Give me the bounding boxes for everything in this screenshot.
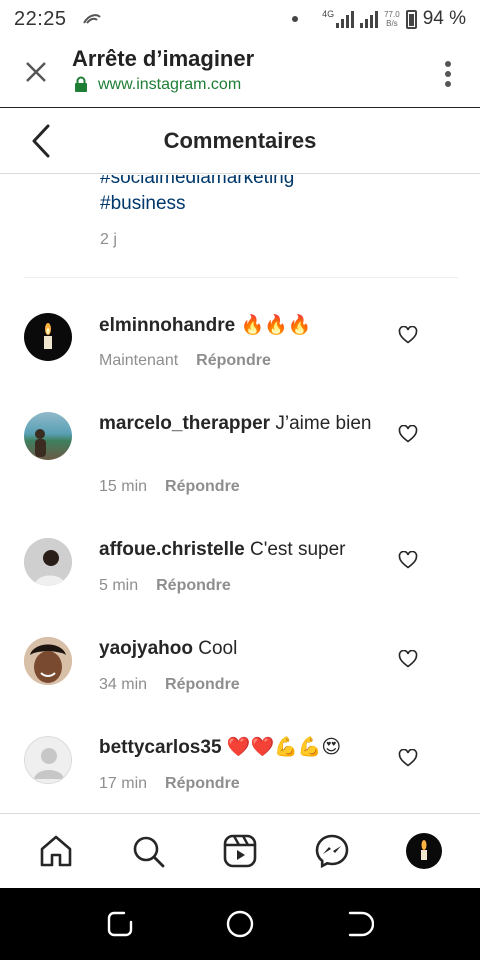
candle-icon: [421, 840, 427, 860]
avatar[interactable]: [24, 313, 72, 361]
comment-text: bettycarlos35 ❤️❤️💪💪😍: [99, 734, 389, 761]
comment-username[interactable]: elminnohandre: [99, 315, 235, 336]
comment-meta: 5 min Répondre: [99, 577, 231, 595]
hashtag-link[interactable]: #socialmediamarketing: [100, 175, 294, 189]
battery-level: 94 %: [422, 8, 466, 29]
comment-meta: 17 min Répondre: [99, 775, 240, 793]
reels-icon[interactable]: [222, 833, 258, 869]
comment-text: marcelo_therapper J’aime bien: [99, 410, 389, 437]
url-text[interactable]: www.instagram.com: [98, 76, 241, 94]
reply-button[interactable]: Répondre: [165, 478, 240, 496]
avatar[interactable]: [24, 412, 72, 460]
comment-meta: Maintenant Répondre: [99, 352, 271, 370]
home-icon[interactable]: [38, 833, 74, 869]
home-button-icon[interactable]: [226, 910, 254, 938]
recent-apps-icon[interactable]: [106, 910, 134, 938]
back-button-icon[interactable]: [346, 910, 374, 938]
reply-button[interactable]: Répondre: [165, 775, 240, 793]
page-title: Arrête d’imaginer: [72, 46, 255, 71]
default-avatar-icon: [34, 748, 64, 779]
comment-time: 15 min: [99, 478, 148, 495]
bottom-navigation: [0, 813, 480, 888]
comment-body: 🔥🔥🔥: [240, 315, 312, 336]
signal-4g-indicator: 4G: [322, 10, 355, 28]
comment-text: elminnohandre 🔥🔥🔥: [99, 312, 389, 339]
search-icon[interactable]: [130, 833, 166, 869]
messenger-icon[interactable]: [314, 833, 350, 869]
system-navigation-bar: [0, 888, 480, 960]
post-caption: #socialmediamarketing #business 2 j: [0, 175, 480, 278]
heart-icon[interactable]: [398, 551, 418, 569]
reply-button[interactable]: Répondre: [156, 577, 231, 595]
comment-time: 17 min: [99, 775, 148, 792]
candle-icon: [44, 323, 52, 349]
close-icon[interactable]: [22, 58, 50, 86]
avatar[interactable]: [24, 637, 72, 685]
comment-username[interactable]: marcelo_therapper: [99, 413, 270, 434]
avatar[interactable]: [24, 538, 72, 586]
comment-text: yaojyahoo Cool: [99, 635, 389, 662]
comment-body: C'est super: [250, 539, 346, 560]
person-photo-icon: [24, 637, 72, 685]
network-speed: 77.0 B/s: [384, 10, 400, 28]
comment-username[interactable]: bettycarlos35: [99, 737, 222, 758]
browser-toolbar: Arrête d’imaginer www.instagram.com: [0, 38, 480, 108]
more-options-icon[interactable]: [444, 60, 452, 88]
comments-title: Commentaires: [163, 128, 317, 153]
comment-time: 34 min: [99, 676, 148, 693]
heart-icon[interactable]: [398, 749, 418, 767]
comment-body: ❤️❤️💪💪😍: [226, 737, 342, 758]
comment-meta: 34 min Répondre: [99, 676, 240, 694]
signal-bars-icon-2: [360, 10, 379, 28]
reply-button[interactable]: Répondre: [165, 676, 240, 694]
lock-icon: [75, 76, 87, 92]
reply-button[interactable]: Répondre: [196, 352, 271, 370]
comment-text: affoue.christelle C'est super: [99, 536, 389, 563]
battery-icon: [405, 9, 417, 29]
heart-icon[interactable]: [398, 326, 418, 344]
signal-bars-icon: [336, 10, 355, 28]
post-age: 2 j: [100, 231, 117, 248]
person-photo-icon: [35, 429, 46, 457]
heart-icon[interactable]: [398, 650, 418, 668]
avatar[interactable]: [24, 736, 72, 784]
comment-username[interactable]: yaojyahoo: [99, 638, 193, 659]
comment-username[interactable]: affoue.christelle: [99, 539, 245, 560]
status-bar: 22:25 4G 77.0 B/s 94 %: [0, 0, 480, 38]
comment-body: Cool: [198, 638, 238, 659]
hashtag-link[interactable]: #business: [100, 193, 186, 215]
comment-body: J’aime bien: [275, 413, 372, 434]
comment-time: Maintenant: [99, 352, 179, 369]
heart-icon[interactable]: [398, 425, 418, 443]
person-photo-icon: [24, 538, 72, 586]
comments-header: Commentaires: [0, 108, 480, 174]
notification-dot: [292, 16, 299, 22]
app-notification-icon: [82, 14, 101, 24]
comment-meta: 15 min Répondre: [99, 478, 240, 496]
profile-avatar[interactable]: [406, 833, 442, 869]
divider: [24, 277, 458, 278]
status-time: 22:25: [14, 7, 67, 30]
comment-time: 5 min: [99, 577, 139, 594]
